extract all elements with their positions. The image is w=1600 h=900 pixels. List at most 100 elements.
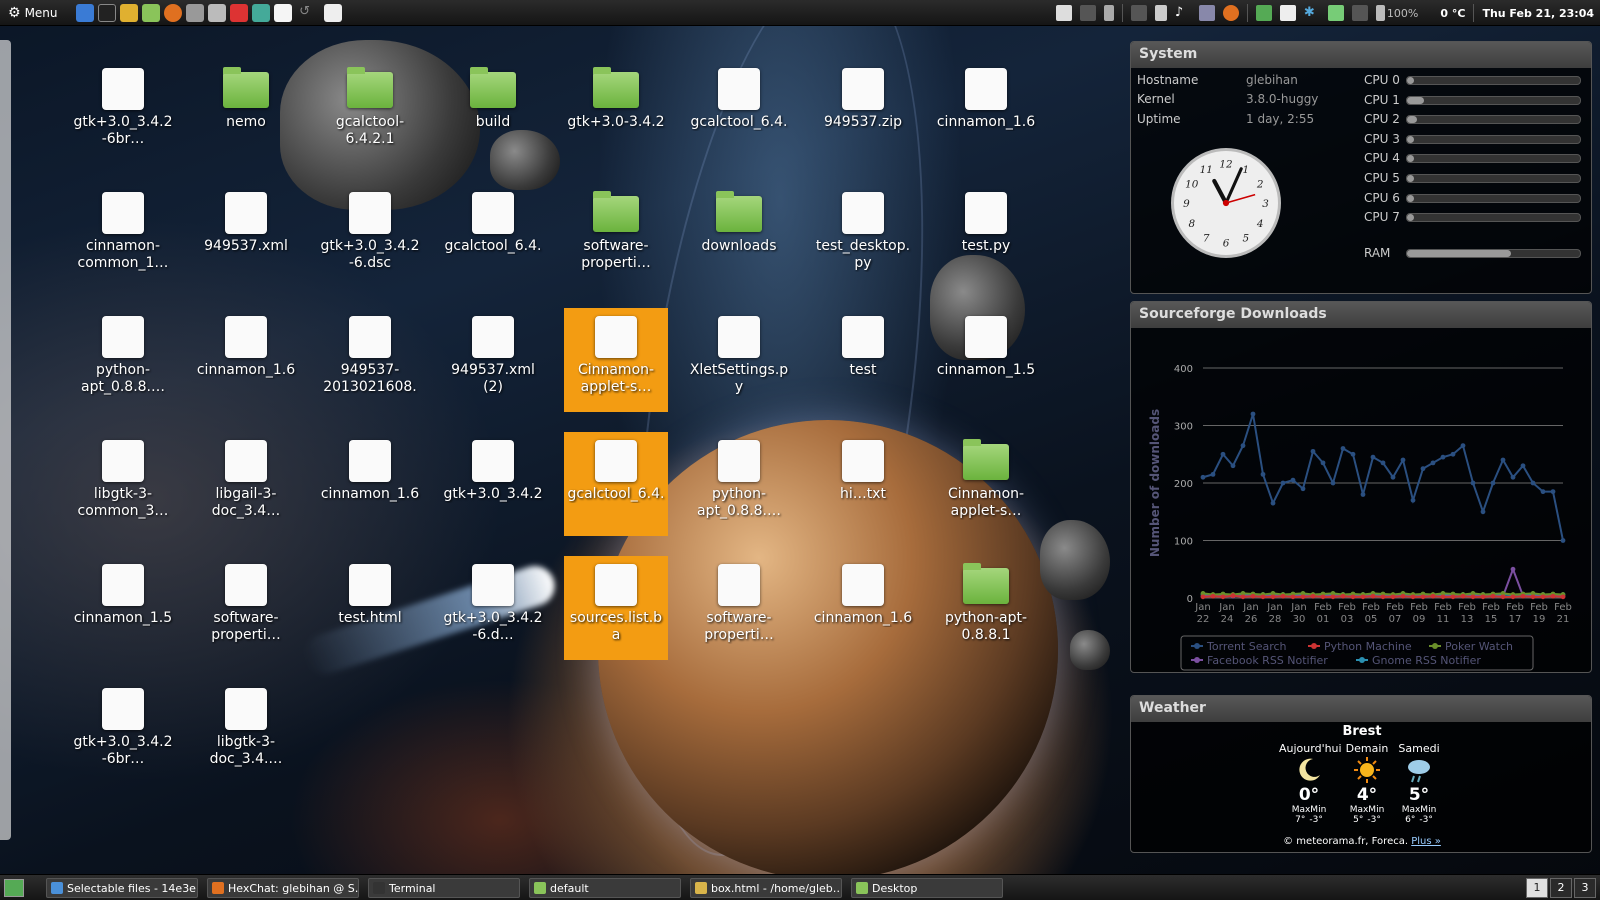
cpu-label: CPU 4 bbox=[1364, 151, 1400, 166]
data-point bbox=[1480, 509, 1486, 515]
settings-launcher-icon[interactable] bbox=[185, 3, 204, 22]
desktop-file-icon[interactable]: cinnamon_1.5 bbox=[71, 556, 175, 660]
desktop-file-icon[interactable]: python-apt_0.8.8.… bbox=[687, 432, 791, 536]
help-launcher-icon[interactable] bbox=[229, 3, 248, 22]
taskbar-window-button[interactable]: Desktop bbox=[851, 878, 1003, 898]
desktop-folder-icon[interactable]: Cinnamon-applet-s… bbox=[934, 432, 1038, 536]
x-tick-label: 22 bbox=[1197, 614, 1210, 625]
files-launcher-icon[interactable] bbox=[141, 3, 160, 22]
main-menu-button[interactable]: ⚙ Menu bbox=[0, 0, 66, 25]
desktop-file-icon[interactable]: libgtk-3-doc_3.4.… bbox=[194, 680, 298, 784]
hexchat-tray-icon[interactable] bbox=[1222, 5, 1239, 21]
x-tick-label: 26 bbox=[1245, 614, 1258, 625]
desktop-file-icon[interactable]: gtk+3.0_3.4.2-6br… bbox=[71, 60, 175, 164]
workspace-button[interactable]: 3 bbox=[1574, 878, 1596, 898]
mail-launcher-icon[interactable] bbox=[119, 3, 138, 22]
desktop-icon-label: cinnamon-common_1… bbox=[77, 238, 169, 271]
desktop-folder-icon[interactable]: python-apt-0.8.8.1 bbox=[934, 556, 1038, 660]
data-point bbox=[1330, 480, 1336, 486]
system-monitor-launcher-icon[interactable] bbox=[207, 3, 226, 22]
screenshot-launcher-icon[interactable] bbox=[323, 3, 342, 22]
trash-icon[interactable] bbox=[1154, 5, 1167, 21]
editor-launcher-icon[interactable] bbox=[251, 3, 270, 22]
desktop-file-icon[interactable]: test.html bbox=[318, 556, 422, 660]
desktop-file-icon[interactable]: cinnamon_1.6 bbox=[934, 60, 1038, 164]
workspace-button[interactable]: 1 bbox=[1526, 878, 1548, 898]
menu-label: Menu bbox=[24, 5, 58, 20]
desktop-folder-icon[interactable]: build bbox=[441, 60, 545, 164]
music-icon[interactable]: ♪ bbox=[1175, 5, 1191, 21]
desktop-file-icon[interactable]: XletSettings.py bbox=[687, 308, 791, 412]
desktop-file-icon[interactable]: gtk+3.0_3.4.2-6br… bbox=[71, 680, 175, 784]
desktop-icon-label: cinnamon_1.6 bbox=[936, 114, 1036, 130]
desktop-file-icon[interactable]: test.py bbox=[934, 184, 1038, 288]
clock-datetime[interactable]: Thu Feb 21, 23:04 bbox=[1482, 7, 1594, 20]
desktop-file-icon[interactable]: test_desktop.py bbox=[811, 184, 915, 288]
desktop-file-icon[interactable]: cinnamon_1.6 bbox=[811, 556, 915, 660]
desktop-file-icon[interactable]: software-properti… bbox=[194, 556, 298, 660]
desktop-file-icon[interactable]: software-properti… bbox=[687, 556, 791, 660]
keyboard-icon[interactable] bbox=[1351, 5, 1368, 21]
bluetooth-icon[interactable]: ✱ bbox=[1304, 5, 1320, 21]
desktop-icon-label: 949537.xml (2) bbox=[451, 362, 535, 395]
lock-icon[interactable] bbox=[1055, 5, 1072, 21]
desktop-file-icon[interactable]: gcalctool_6.4. bbox=[687, 60, 791, 164]
data-point bbox=[1310, 593, 1316, 599]
desktop-file-icon[interactable]: 949537.zip bbox=[811, 60, 915, 164]
hexchat-launcher-icon[interactable] bbox=[163, 3, 182, 22]
desktop-file-icon[interactable]: libgail-3-doc_3.4… bbox=[194, 432, 298, 536]
desktop-folder-icon[interactable]: software-properti… bbox=[564, 184, 668, 288]
desktop-file-icon[interactable]: python-apt_0.8.8.… bbox=[71, 308, 175, 412]
workspace-icon[interactable] bbox=[1130, 5, 1147, 21]
desktop-file-icon[interactable]: cinnamon_1.5 bbox=[934, 308, 1038, 412]
desktop-folder-icon[interactable]: nemo bbox=[194, 60, 298, 164]
taskbar-window-button[interactable]: HexChat: glebihan @ S… bbox=[207, 878, 359, 898]
desktop-file-icon[interactable]: 949537.xml (2) bbox=[441, 308, 545, 412]
desktop-file-icon[interactable]: sources.list.ba bbox=[564, 556, 668, 660]
usb-icon[interactable] bbox=[1103, 5, 1114, 21]
desktop-file-icon[interactable]: gcalctool_6.4. bbox=[441, 184, 545, 288]
browser-launcher-icon[interactable] bbox=[75, 3, 94, 22]
desktop-file-icon[interactable]: cinnamon_1.6 bbox=[194, 308, 298, 412]
display-icon[interactable] bbox=[1327, 5, 1344, 21]
desktop-file-icon[interactable]: cinnamon-common_1… bbox=[71, 184, 175, 288]
desktop-file-icon[interactable]: test bbox=[811, 308, 915, 412]
taskbar-window-button[interactable]: Selectable files - 14e3e… bbox=[46, 878, 198, 898]
terminal-icon[interactable] bbox=[1079, 5, 1096, 21]
document-icon[interactable] bbox=[1279, 5, 1296, 21]
desktop-file-icon[interactable]: gtk+3.0_3.4.2-6.d… bbox=[441, 556, 545, 660]
desktop-file-icon[interactable]: cinnamon_1.6 bbox=[318, 432, 422, 536]
data-point bbox=[1500, 457, 1506, 463]
settings-tray-icon[interactable] bbox=[1198, 5, 1215, 21]
file-icon bbox=[842, 68, 884, 110]
desktop-folder-icon[interactable]: downloads bbox=[687, 184, 791, 288]
left-edge-scrollbar[interactable] bbox=[0, 40, 11, 840]
desktop-file-icon[interactable]: hi…txt bbox=[811, 432, 915, 536]
desktop-file-icon[interactable]: 949537.xml bbox=[194, 184, 298, 288]
weather-more-link[interactable]: Plus » bbox=[1411, 836, 1441, 847]
show-desktop-button[interactable] bbox=[4, 879, 24, 897]
workspace-button[interactable]: 2 bbox=[1550, 878, 1572, 898]
taskbar-window-button[interactable]: Terminal bbox=[368, 878, 520, 898]
undo-launcher-icon[interactable]: ↺ bbox=[296, 4, 314, 22]
desktop-file-icon[interactable]: gtk+3.0_3.4.2 bbox=[441, 432, 545, 536]
weather-day-name: Demain bbox=[1345, 742, 1389, 755]
desktop-folder-icon[interactable]: gcalctool-6.4.2.1 bbox=[318, 60, 422, 164]
x-tick-label: Feb bbox=[1338, 602, 1356, 613]
desktop-file-icon[interactable]: 949537-2013021608. bbox=[318, 308, 422, 412]
taskbar-window-button[interactable]: box.html - /home/gleb… bbox=[690, 878, 842, 898]
desktop-file-icon[interactable]: libgtk-3-common_3… bbox=[71, 432, 175, 536]
taskbar-window-button[interactable]: default bbox=[529, 878, 681, 898]
legend-marker bbox=[1432, 643, 1438, 649]
clock-numeral: 11 bbox=[1200, 164, 1213, 176]
desktop-folder-icon[interactable]: gtk+3.0-3.4.2 bbox=[564, 60, 668, 164]
network-icon[interactable] bbox=[1255, 5, 1272, 21]
terminal-launcher-icon[interactable] bbox=[97, 3, 116, 22]
temperature-readout[interactable]: 0 °C bbox=[1440, 7, 1465, 20]
cpu-usage-bar bbox=[1406, 134, 1581, 144]
desktop-file-icon[interactable]: gtk+3.0_3.4.2-6.dsc bbox=[318, 184, 422, 288]
desktop-file-icon[interactable]: gcalctool_6.4. bbox=[564, 432, 668, 536]
battery-indicator[interactable]: 100% bbox=[1375, 5, 1418, 21]
notes-launcher-icon[interactable] bbox=[273, 3, 292, 22]
desktop-file-icon[interactable]: Cinnamon-applet-s… bbox=[564, 308, 668, 412]
